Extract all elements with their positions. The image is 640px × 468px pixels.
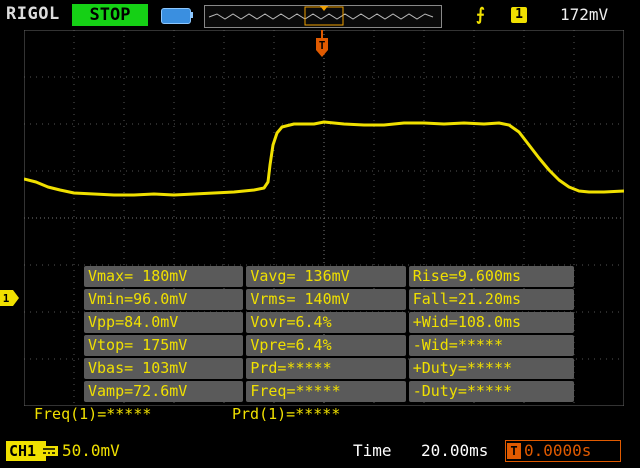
measurement-row: Vamp=72.6mV Freq=***** -Duty=***** bbox=[84, 381, 574, 403]
measurement-row: Vtop= 175mV Vpre=6.4% -Wid=***** bbox=[84, 335, 574, 357]
trigger-position-marker[interactable]: T bbox=[314, 30, 330, 58]
frequency-counter: Freq(1)=***** bbox=[34, 405, 152, 423]
measurement-row: Vmax= 180mV Vavg= 136mV Rise=9.600ms bbox=[84, 266, 574, 288]
meas-vpp: Vpp=84.0mV bbox=[84, 312, 244, 333]
meas-pos-duty: +Duty=***** bbox=[408, 358, 574, 379]
ch1-offset-label: 1 bbox=[3, 292, 10, 305]
period-counter: Prd(1)=***** bbox=[232, 405, 341, 423]
memory-depth-icon-tip bbox=[190, 12, 193, 18]
meas-vtop: Vtop= 175mV bbox=[84, 335, 244, 356]
memory-depth-icon bbox=[161, 8, 191, 24]
meas-vrms: Vrms= 140mV bbox=[246, 289, 406, 310]
meas-vpre: Vpre=6.4% bbox=[246, 335, 406, 356]
meas-vovr: Vovr=6.4% bbox=[246, 312, 406, 333]
waveform-memory-overview[interactable] bbox=[204, 5, 442, 28]
trigger-offset-icon: T bbox=[507, 443, 521, 459]
meas-rise: Rise=9.600ms bbox=[408, 266, 574, 287]
meas-neg-width: -Wid=***** bbox=[408, 335, 574, 356]
brand-logo: RIGOL bbox=[6, 4, 60, 24]
meas-neg-duty: -Duty=***** bbox=[408, 381, 574, 402]
meas-vbas: Vbas= 103mV bbox=[84, 358, 244, 379]
trigger-source-badge: 1 bbox=[511, 7, 527, 23]
trigger-position-label: T bbox=[319, 39, 326, 52]
meas-freq: Freq=***** bbox=[246, 381, 406, 402]
run-stop-button[interactable]: STOP bbox=[72, 4, 148, 26]
rising-edge-icon: ⨍ bbox=[476, 5, 485, 25]
meas-vmin: Vmin=96.0mV bbox=[84, 289, 244, 310]
trigger-offset-value: 0.0000s bbox=[524, 441, 592, 460]
measurement-row: Vbas= 103mV Prd=***** +Duty=***** bbox=[84, 358, 574, 380]
timebase-value: 20.00ms bbox=[421, 441, 489, 460]
ch1-offset-marker[interactable]: 1 bbox=[0, 290, 20, 306]
meas-period: Prd=***** bbox=[246, 358, 406, 379]
timebase-label: Time bbox=[353, 441, 392, 460]
meas-vavg: Vavg= 136mV bbox=[246, 266, 406, 287]
measurement-row: Vpp=84.0mV Vovr=6.4% +Wid=108.0ms bbox=[84, 312, 574, 334]
measurement-row: Vmin=96.0mV Vrms= 140mV Fall=21.20ms bbox=[84, 289, 574, 311]
meas-vmax: Vmax= 180mV bbox=[84, 266, 244, 287]
ch1-vertical-scale[interactable]: 50.0mV bbox=[62, 441, 120, 461]
measurement-table: Vmax= 180mV Vavg= 136mV Rise=9.600ms Vmi… bbox=[84, 266, 574, 404]
meas-fall: Fall=21.20ms bbox=[408, 289, 574, 310]
meas-vamp: Vamp=72.6mV bbox=[84, 381, 244, 402]
meas-pos-width: +Wid=108.0ms bbox=[408, 312, 574, 333]
trigger-level: 172mV bbox=[560, 5, 609, 24]
memory-overview-waveform bbox=[208, 6, 434, 26]
dc-coupling-icon bbox=[40, 446, 58, 456]
